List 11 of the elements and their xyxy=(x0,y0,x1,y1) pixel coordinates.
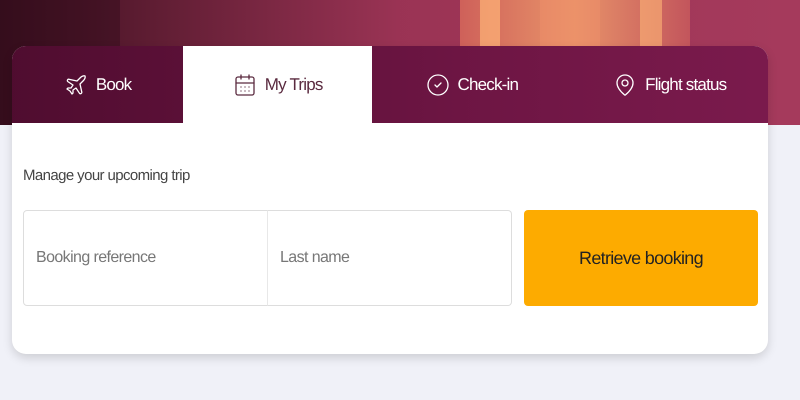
tab[interactable]: Flight status xyxy=(572,46,768,123)
section-heading: Manage your upcoming trip xyxy=(23,167,191,184)
tab[interactable]: My Trips xyxy=(183,46,372,123)
check-circle-icon xyxy=(426,72,450,96)
calendar-icon xyxy=(232,72,257,96)
input-field[interactable]: Booking reference xyxy=(23,210,268,306)
retrieve-button[interactable]: Retrieve booking xyxy=(524,210,758,306)
input-field[interactable]: Last name xyxy=(267,210,512,306)
tab[interactable]: Check-in xyxy=(372,46,572,123)
tab[interactable]: Book xyxy=(12,46,184,123)
plane-icon xyxy=(64,72,88,96)
